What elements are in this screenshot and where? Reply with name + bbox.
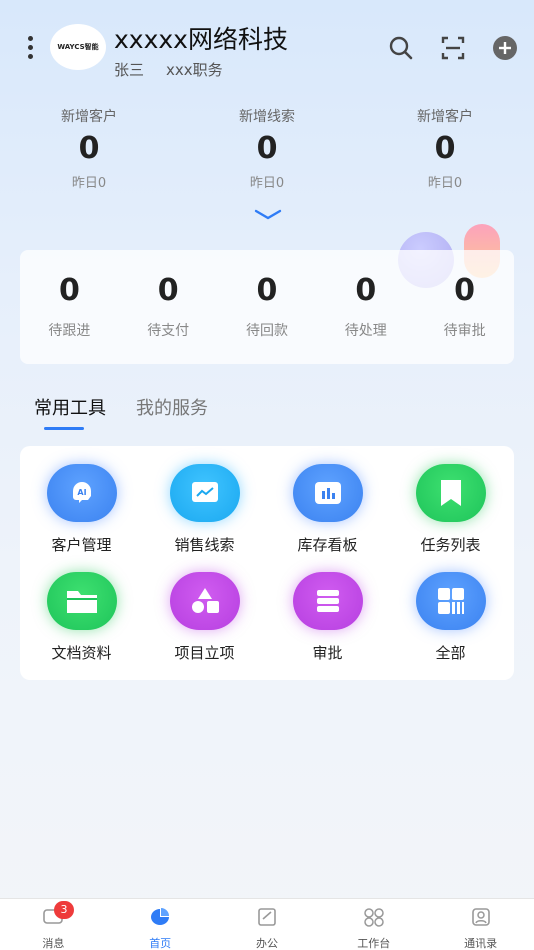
nav-label: 首页 (149, 937, 172, 950)
stat-label: 新增线索 (239, 109, 295, 125)
chevron-down-icon[interactable] (254, 208, 282, 222)
bookmark-icon (415, 464, 486, 522)
tool-approval[interactable]: 审批 (266, 572, 389, 663)
tool-sales-leads[interactable]: 销售线索 (143, 464, 266, 555)
stat-value: 0 (78, 131, 100, 166)
bar-chart-icon (292, 464, 363, 522)
pending-label: 待回款 (245, 323, 288, 339)
stat-new-leads[interactable]: 新增线索 0 昨日0 (178, 106, 356, 206)
home-icon (151, 908, 170, 925)
add-icon[interactable] (492, 35, 518, 61)
pending-collection[interactable]: 0 待回款 (218, 250, 317, 364)
nav-workbench[interactable]: 工作台 (320, 899, 427, 950)
office-icon (258, 908, 276, 926)
stat-label: 新增客户 (61, 109, 117, 125)
stat-yesterday: 昨日0 (71, 176, 107, 191)
stat-value: 0 (434, 131, 456, 166)
workbench-icon (364, 908, 384, 927)
logo-text: WAYCS智能 (57, 43, 99, 51)
user-position: xxx职务 (166, 61, 223, 79)
tool-label: 项目立项 (174, 644, 235, 662)
nav-label: 办公 (255, 937, 278, 950)
more-menu-icon[interactable] (26, 36, 34, 62)
nav-label: 工作台 (357, 937, 391, 950)
grid-icon (415, 572, 486, 630)
tool-label: 客户管理 (51, 536, 112, 554)
pending-value: 0 (355, 273, 377, 308)
tool-tabs: 常用工具 我的服务 (34, 394, 238, 430)
pending-label: 待支付 (147, 323, 190, 339)
unread-badge: 3 (54, 901, 74, 919)
tool-label: 审批 (312, 644, 343, 662)
bottom-nav: 3 消息 首页 办公 工作台 通讯录 (0, 898, 534, 950)
pending-summary-card: 0 待跟进 0 待支付 0 待回款 0 待处理 0 待审批 (20, 250, 514, 364)
stat-value: 0 (256, 131, 278, 166)
tool-label: 全部 (435, 644, 466, 662)
pending-value: 0 (454, 273, 476, 308)
stat-label: 新增客户 (417, 109, 473, 125)
pending-approval[interactable]: 0 待审批 (415, 250, 514, 364)
contacts-icon (471, 908, 490, 926)
scan-icon[interactable] (440, 35, 466, 61)
pending-value: 0 (58, 273, 80, 308)
svg-text:AI: AI (77, 488, 86, 497)
nav-label: 通讯录 (464, 937, 498, 950)
user-info: 张三 xxx职务 (114, 59, 223, 80)
tab-my-services[interactable]: 我的服务 (136, 394, 208, 430)
ai-icon: AI (46, 464, 117, 522)
user-name: 张三 (114, 61, 145, 79)
nav-office[interactable]: 办公 (214, 899, 321, 950)
tool-label: 文档资料 (51, 644, 112, 662)
stat-yesterday: 昨日0 (427, 176, 463, 191)
stat-new-customers-2[interactable]: 新增客户 0 昨日0 (356, 106, 534, 206)
tool-inventory-board[interactable]: 库存看板 (266, 464, 389, 555)
pending-payment[interactable]: 0 待支付 (119, 250, 218, 364)
pending-follow-up[interactable]: 0 待跟进 (20, 250, 119, 364)
pending-value: 0 (256, 273, 278, 308)
tool-task-list[interactable]: 任务列表 (389, 464, 512, 555)
header: WAYCS智能 xxxxx网络科技 张三 xxx职务 (0, 0, 534, 100)
tools-card: AI 客户管理 销售线索 库存看板 任务列表 文档资料 项目立项 审批 全部 (20, 446, 514, 680)
stat-new-customers[interactable]: 新增客户 0 昨日0 (0, 106, 178, 206)
tool-label: 销售线索 (174, 536, 235, 554)
pending-value: 0 (157, 273, 179, 308)
pending-process[interactable]: 0 待处理 (316, 250, 415, 364)
tool-label: 库存看板 (297, 536, 358, 554)
search-icon[interactable] (388, 35, 414, 61)
stat-yesterday: 昨日0 (249, 176, 285, 191)
tool-project-initiation[interactable]: 项目立项 (143, 572, 266, 663)
nav-contacts[interactable]: 通讯录 (427, 899, 534, 950)
tab-common-tools[interactable]: 常用工具 (34, 394, 106, 430)
shapes-icon (169, 572, 240, 630)
pending-label: 待跟进 (48, 323, 91, 339)
tool-customer-management[interactable]: AI 客户管理 (20, 464, 143, 555)
pending-label: 待处理 (344, 323, 387, 339)
tool-all[interactable]: 全部 (389, 572, 512, 663)
nav-home[interactable]: 首页 (107, 899, 214, 950)
tool-label: 任务列表 (420, 536, 481, 554)
nav-messages[interactable]: 3 消息 (0, 899, 107, 950)
company-name: xxxxx网络科技 (114, 25, 288, 54)
folder-icon (46, 572, 117, 630)
company-logo[interactable]: WAYCS智能 (50, 24, 106, 70)
trend-chart-icon (169, 464, 240, 522)
pending-label: 待审批 (443, 323, 486, 339)
daily-stats: 新增客户 0 昨日0 新增线索 0 昨日0 新增客户 0 昨日0 (0, 106, 534, 206)
tool-documents[interactable]: 文档资料 (20, 572, 143, 663)
stack-icon (292, 572, 363, 630)
nav-label: 消息 (42, 937, 65, 950)
